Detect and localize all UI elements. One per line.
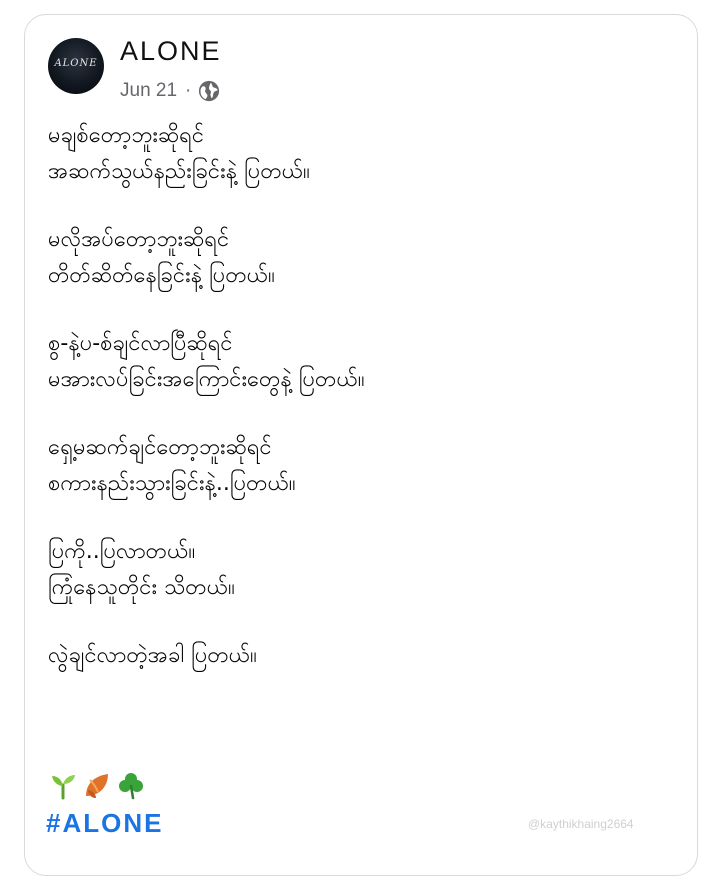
post-line: မအားလပ်ခြင်းအကြောင်းတွေနဲ့ ပြတယ်။ (48, 367, 365, 392)
post-stanza: ရှေ့မဆက်ချင်တော့ဘူးဆိုရင်စကားနည်းသွားခြင… (48, 430, 668, 502)
emoji-row (48, 770, 146, 800)
post-line: ကြုံနေသူတိုင်း သိတယ်။ (48, 575, 235, 600)
post-line: စွ-နဲ့ပ-စ်ချင်လာပြီဆိုရင် (48, 331, 233, 356)
shamrock-emoji (116, 770, 146, 800)
globe-icon[interactable] (198, 80, 220, 102)
post-stanza: လွဲချင်လာတဲ့အခါ ပြတယ်။ (48, 638, 668, 674)
avatar[interactable]: ALONE (48, 38, 104, 94)
post-meta: Jun 21 · (120, 78, 220, 104)
post-line: တိတ်ဆိတ်နေခြင်းနဲ့ ပြတယ်။ (48, 263, 275, 288)
watermark: @kaythikhaing2664 (528, 817, 634, 831)
post-stanza: စွ-နဲ့ပ-စ်ချင်လာပြီဆိုရင်မအားလပ်ခြင်းအကြ… (48, 326, 668, 398)
hashtag-link[interactable]: #ALONE (46, 808, 163, 839)
post-line: လွဲချင်လာတဲ့အခါ ပြတယ်။ (48, 643, 257, 668)
post-line: မလိုအပ်တော့ဘူးဆိုရင် (48, 227, 230, 252)
meta-separator: · (185, 80, 192, 101)
post-line: ပြကို..ပြလာတယ်။ (48, 539, 196, 564)
post-stanza: ပြကို..ပြလာတယ်။ကြုံနေသူတိုင်း သိတယ်။ (48, 534, 668, 606)
post-line: ရှေ့မဆက်ချင်တော့ဘူးဆိုရင် (48, 435, 272, 460)
post-stanza: မလိုအပ်တော့ဘူးဆိုရင်တိတ်ဆိတ်နေခြင်းနဲ့ ပ… (48, 222, 668, 294)
post-text: မချစ်တော့ဘူးဆိုရင်အဆက်သွယ်နည်းခြင်းနဲ့ ပ… (48, 118, 668, 706)
seedling-emoji (48, 770, 78, 800)
post-stanza: မချစ်တော့ဘူးဆိုရင်အဆက်သွယ်နည်းခြင်းနဲ့ ပ… (48, 118, 668, 190)
post-line: အဆက်သွယ်နည်းခြင်းနဲ့ ပြတယ်။ (48, 159, 310, 184)
post-line: မချစ်တော့ဘူးဆိုရင် (48, 123, 205, 148)
author-name[interactable]: ALONE (120, 36, 222, 67)
post-line: စကားနည်းသွားခြင်းနဲ့..ပြတယ်။ (48, 471, 296, 496)
avatar-label: ALONE (54, 58, 98, 69)
post-date[interactable]: Jun 21 (120, 80, 177, 102)
fallen-leaf-emoji (82, 770, 112, 800)
